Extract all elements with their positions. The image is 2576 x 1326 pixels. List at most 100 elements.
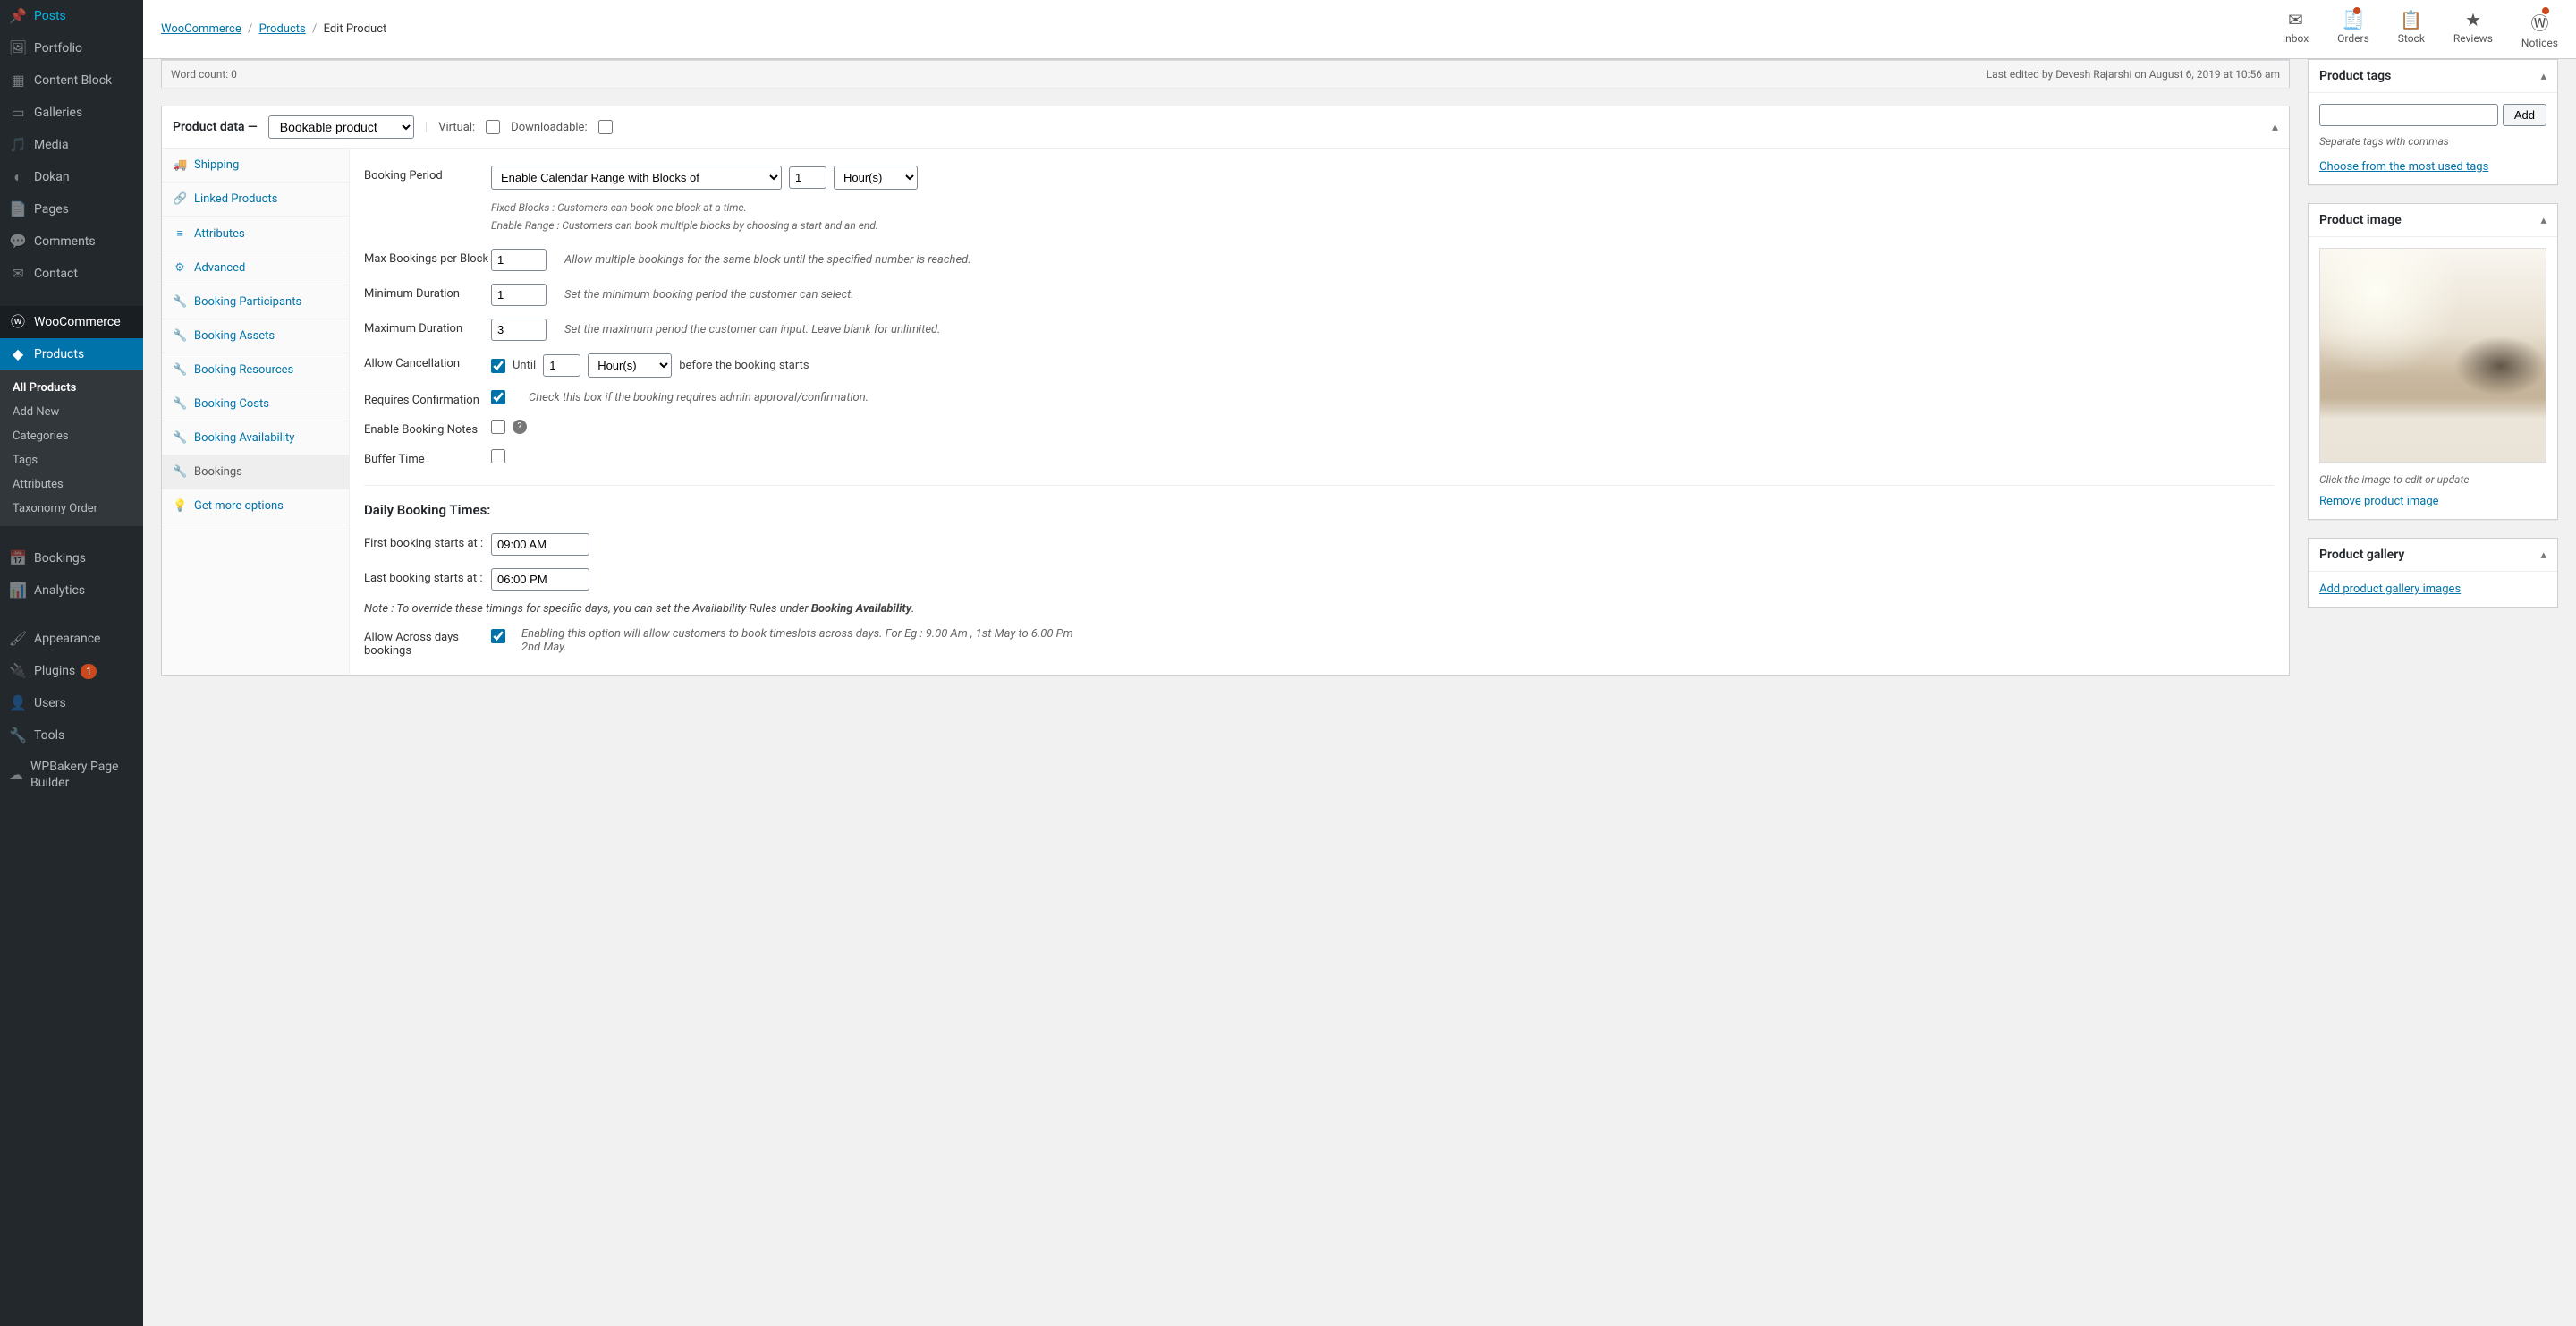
metabox-toggle-icon[interactable]: ▴ <box>2540 548 2546 562</box>
across-days-hint: Enabling this option will allow customer… <box>521 627 1076 654</box>
sidebar-item-bookings[interactable]: 📅Bookings <box>0 542 143 574</box>
sidebar-item-tools[interactable]: 🔧Tools <box>0 719 143 752</box>
product-data-panel: Product data — Bookable product | Virtua… <box>161 106 2290 676</box>
requires-confirm-checkbox[interactable] <box>491 390 505 404</box>
tab-linked-products[interactable]: 🔗Linked Products <box>162 183 349 217</box>
submenu-item-categories[interactable]: Categories <box>0 424 143 448</box>
sidebar-item-portfolio[interactable]: 🖼Portfolio <box>0 32 143 64</box>
woocommerce-header: WooCommerce / Products / Edit Product ✉I… <box>143 0 2576 59</box>
help-icon[interactable]: ? <box>513 420 527 434</box>
update-badge: 1 <box>80 664 97 679</box>
last-booking-input[interactable] <box>491 568 589 591</box>
sidebar-item-label: WooCommerce <box>34 314 121 330</box>
sidebar-item-appearance[interactable]: 🖌Appearance <box>0 623 143 655</box>
allow-cancel-until: Until <box>513 359 536 372</box>
panel-toggle-icon[interactable]: ▴ <box>2272 120 2278 134</box>
header-icon-label: Inbox <box>2283 32 2309 45</box>
sidebar-item-media[interactable]: 🎵Media <box>0 129 143 161</box>
booking-notes-checkbox[interactable] <box>491 420 505 434</box>
min-duration-input[interactable] <box>491 284 547 306</box>
pages-icon: 📄 <box>9 200 27 218</box>
sidebar-item-label: Plugins <box>34 663 75 679</box>
booking-period-select[interactable]: Enable Calendar Range with Blocks of <box>491 166 782 190</box>
choose-tags-link[interactable]: Choose from the most used tags <box>2319 160 2488 174</box>
metabox-toggle-icon[interactable]: ▴ <box>2540 214 2546 227</box>
max-duration-hint: Set the maximum period the customer can … <box>564 323 940 336</box>
tab-attributes[interactable]: ≡Attributes <box>162 217 349 251</box>
tab-bookings[interactable]: 🔧Bookings <box>162 455 349 489</box>
breadcrumb-mid[interactable]: Products <box>259 22 306 36</box>
tab-label: Booking Resources <box>194 363 293 377</box>
tab-advanced[interactable]: ⚙Advanced <box>162 251 349 285</box>
tab-get-more-options[interactable]: 💡Get more options <box>162 489 349 523</box>
tab-shipping[interactable]: 🚚Shipping <box>162 149 349 183</box>
min-duration-hint: Set the minimum booking period the custo… <box>564 288 854 302</box>
buffer-time-checkbox[interactable] <box>491 449 505 463</box>
stock-icon: 📋 <box>2400 9 2422 30</box>
tab-icon: ⚙ <box>173 261 187 275</box>
breadcrumb-root[interactable]: WooCommerce <box>161 22 242 36</box>
admin-sidebar: 📌Posts🖼Portfolio▦Content Block▭Galleries… <box>0 0 143 1326</box>
allow-cancel-checkbox[interactable] <box>491 359 505 373</box>
submenu-item-attributes[interactable]: Attributes <box>0 472 143 497</box>
submenu-item-add-new[interactable]: Add New <box>0 400 143 424</box>
tab-booking-availability[interactable]: 🔧Booking Availability <box>162 421 349 455</box>
header-icon-inbox[interactable]: ✉ Inbox <box>2283 9 2309 49</box>
product-type-select[interactable]: Bookable product <box>268 115 414 139</box>
product-image-thumbnail[interactable] <box>2319 248 2546 463</box>
sidebar-item-comments[interactable]: 💬Comments <box>0 225 143 258</box>
sidebar-item-wpbakery-page-builder[interactable]: ☁WPBakery Page Builder <box>0 752 143 798</box>
header-icon-notices[interactable]: ⓌNotices <box>2521 9 2558 49</box>
tab-booking-costs[interactable]: 🔧Booking Costs <box>162 387 349 421</box>
woocommerce-icon: ⓦ <box>9 313 27 331</box>
tab-icon: 🔧 <box>173 363 187 377</box>
booking-period-unit-select[interactable]: Hour(s) <box>834 166 918 190</box>
appearance-icon: 🖌 <box>9 630 27 648</box>
virtual-checkbox[interactable] <box>486 120 500 134</box>
header-icon-stock[interactable]: 📋Stock <box>2398 9 2425 49</box>
add-gallery-images-link[interactable]: Add product gallery images <box>2319 582 2461 596</box>
allow-cancel-value-input[interactable] <box>543 354 580 377</box>
first-booking-input[interactable] <box>491 533 589 556</box>
remove-image-link[interactable]: Remove product image <box>2319 495 2439 508</box>
tab-label: Get more options <box>194 499 284 513</box>
sidebar-item-galleries[interactable]: ▭Galleries <box>0 97 143 129</box>
max-bookings-label: Max Bookings per Block <box>364 249 491 266</box>
tag-input[interactable] <box>2319 104 2498 126</box>
sidebar-item-contact[interactable]: ✉Contact <box>0 258 143 290</box>
header-icon-reviews[interactable]: ★Reviews <box>2453 9 2493 49</box>
product-gallery-title: Product gallery <box>2319 548 2404 562</box>
across-days-checkbox[interactable] <box>491 629 505 643</box>
last-edited: Last edited by Devesh Rajarshi on August… <box>1987 68 2280 81</box>
min-duration-label: Minimum Duration <box>364 284 491 301</box>
sidebar-item-posts[interactable]: 📌Posts <box>0 0 143 32</box>
downloadable-checkbox[interactable] <box>598 120 613 134</box>
max-duration-input[interactable] <box>491 319 547 341</box>
booking-period-hint-1: Fixed Blocks : Customers can book one bl… <box>491 201 2275 214</box>
sidebar-item-woocommerce[interactable]: ⓦ WooCommerce <box>0 306 143 338</box>
tab-booking-participants[interactable]: 🔧Booking Participants <box>162 285 349 319</box>
inbox-icon: ✉ <box>2288 9 2303 30</box>
tab-booking-assets[interactable]: 🔧Booking Assets <box>162 319 349 353</box>
tab-icon: 🔧 <box>173 295 187 309</box>
across-days-label: Allow Across days bookings <box>364 627 491 658</box>
max-bookings-hint: Allow multiple bookings for the same blo… <box>564 253 971 267</box>
allow-cancel-unit-select[interactable]: Hour(s) <box>588 353 672 378</box>
header-icon-orders[interactable]: 🧾Orders <box>2337 9 2369 49</box>
portfolio-icon: 🖼 <box>9 39 27 57</box>
sidebar-item-plugins[interactable]: 🔌Plugins1 <box>0 655 143 687</box>
add-tag-button[interactable]: Add <box>2503 104 2546 126</box>
metabox-toggle-icon[interactable]: ▴ <box>2540 70 2546 83</box>
tab-booking-resources[interactable]: 🔧 Booking Resources <box>162 353 349 387</box>
max-bookings-input[interactable] <box>491 249 547 271</box>
sidebar-item-dokan[interactable]: ◐Dokan <box>0 161 143 193</box>
booking-period-blocks-input[interactable] <box>789 166 826 189</box>
sidebar-item-users[interactable]: 👤Users <box>0 687 143 719</box>
submenu-item-taxonomy-order[interactable]: Taxonomy Order <box>0 497 143 521</box>
sidebar-item-content-block[interactable]: ▦Content Block <box>0 64 143 97</box>
sidebar-item-analytics[interactable]: 📊Analytics <box>0 574 143 607</box>
submenu-item-tags[interactable]: Tags <box>0 448 143 472</box>
sidebar-item-pages[interactable]: 📄Pages <box>0 193 143 225</box>
sidebar-item-products[interactable]: ◆Products <box>0 338 143 370</box>
submenu-item-all-products[interactable]: All Products <box>0 376 143 400</box>
